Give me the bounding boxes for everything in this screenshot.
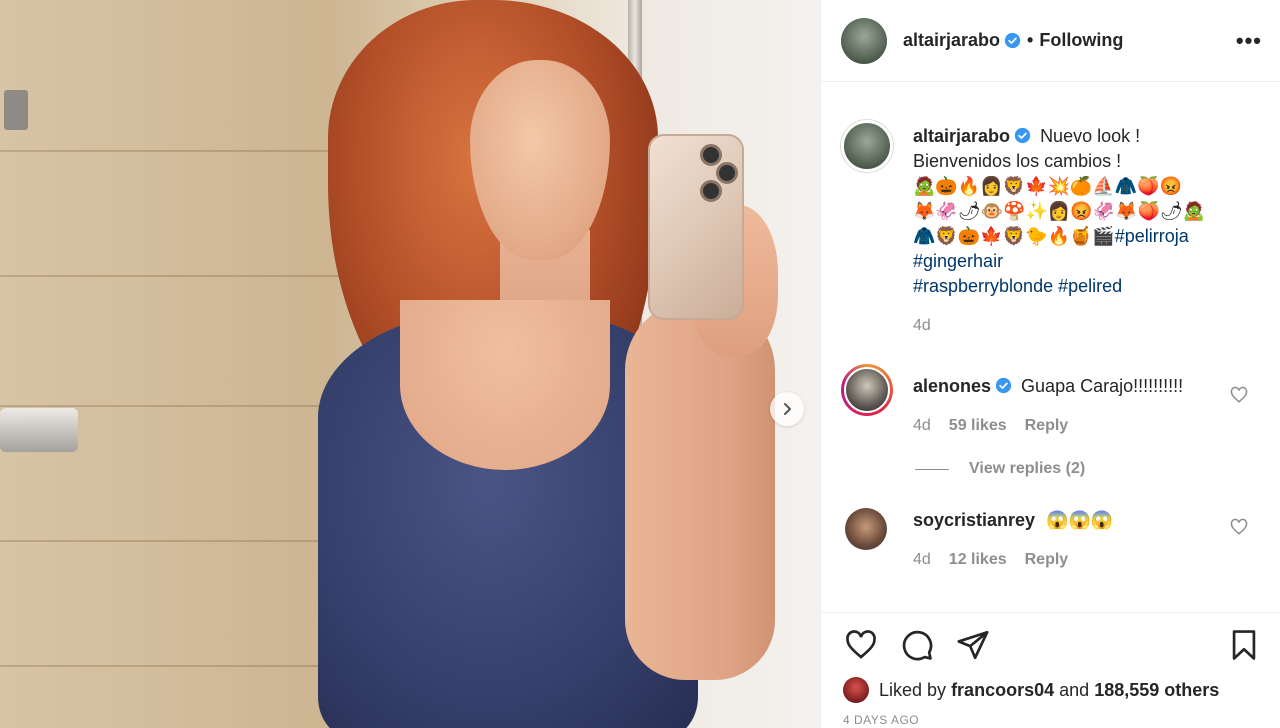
heart-icon[interactable]	[1230, 518, 1248, 536]
post-time[interactable]: 4 DAYS AGO	[843, 713, 1262, 727]
comment-meta: 4d 59 likes Reply	[913, 413, 1260, 438]
comment-avatar[interactable]	[841, 364, 893, 416]
like-button[interactable]	[843, 627, 879, 663]
caption-username[interactable]: altairjarabo	[913, 126, 1010, 146]
photo-neckline	[400, 300, 610, 470]
author-avatar[interactable]	[841, 17, 887, 64]
comment-body: soycristianrey 😱😱😱 4d 12 likes Reply	[913, 508, 1260, 572]
hashtag-link[interactable]: #gingerhair	[913, 251, 1003, 271]
post-header: altairjarabo • Following •••	[821, 0, 1280, 82]
post-sidebar: altairjarabo • Following ••• altairjarab…	[820, 0, 1280, 728]
hashtag-link[interactable]: #pelirroja	[1115, 226, 1189, 246]
comment-time[interactable]: 4d	[913, 547, 931, 572]
action-bar: Liked by francoors04 and 188,559 others …	[821, 612, 1280, 728]
comment-likes[interactable]: 59 likes	[949, 413, 1007, 438]
following-button[interactable]: Following	[1039, 30, 1123, 51]
hashtag-row: #raspberryblonde #pelired	[913, 274, 1260, 299]
next-photo-button[interactable]	[770, 392, 804, 426]
door-hinge	[4, 90, 28, 130]
comment: alenones Guapa Carajo!!!!!!!!!! 4d 59 li…	[841, 364, 1260, 438]
caption-emoji-line3-wrap: 🧥🦁🎃🍁🦁🐤🔥🍯🎬#pelirroja	[913, 224, 1260, 249]
verified-icon	[1004, 32, 1021, 49]
share-icon	[957, 630, 989, 660]
reply-button[interactable]: Reply	[1025, 413, 1069, 438]
caption: altairjarabo Nuevo look ! Bienvenidos lo…	[841, 120, 1260, 338]
caption-body: altairjarabo Nuevo look ! Bienvenidos lo…	[913, 124, 1260, 338]
caption-avatar[interactable]	[841, 120, 893, 172]
comments-list[interactable]: altairjarabo Nuevo look ! Bienvenidos lo…	[821, 82, 1280, 612]
liked-user[interactable]: francoors04	[951, 680, 1054, 701]
comment-text: Guapa Carajo!!!!!!!!!!	[1021, 376, 1184, 396]
caption-time[interactable]: 4d	[913, 313, 931, 338]
hashtag-row: #gingerhair	[913, 249, 1260, 274]
comment-line: alenones Guapa Carajo!!!!!!!!!!	[913, 374, 1260, 399]
caption-text-line2: Bienvenidos los cambios !	[913, 151, 1122, 171]
camera-lens	[700, 144, 722, 166]
verified-icon	[1014, 127, 1031, 144]
comment-icon	[902, 630, 933, 661]
likes-summary: Liked by francoors04 and 188,559 others	[843, 677, 1262, 703]
view-replies-label: View replies (2)	[969, 460, 1086, 477]
liker-avatar[interactable]	[843, 677, 869, 703]
chevron-right-icon	[784, 403, 791, 415]
caption-meta: 4d	[913, 313, 1260, 338]
post-photo[interactable]	[0, 0, 820, 728]
view-replies-button[interactable]: View replies (2)	[915, 460, 1260, 478]
hashtag-link[interactable]: #pelired	[1058, 276, 1122, 296]
author-info: altairjarabo • Following	[903, 30, 1123, 51]
comment: soycristianrey 😱😱😱 4d 12 likes Reply	[841, 508, 1260, 572]
action-icons	[843, 613, 1262, 677]
comment-body: alenones Guapa Carajo!!!!!!!!!! 4d 59 li…	[913, 374, 1260, 438]
verified-icon	[995, 377, 1012, 394]
separator-dot: •	[1027, 30, 1034, 50]
comment-line: soycristianrey 😱😱😱	[913, 508, 1260, 533]
more-icon[interactable]: •••	[1236, 28, 1262, 54]
comment-button[interactable]	[899, 627, 935, 663]
caption-emoji-line2: 🦊🦑🌶🐵🍄✨👩😡🦑🦊🍑🌶🧟	[913, 201, 1206, 221]
save-button[interactable]	[1226, 627, 1262, 663]
camera-lens	[700, 180, 722, 202]
hashtag-link[interactable]: #raspberryblonde	[913, 276, 1053, 296]
photo-arm	[625, 300, 775, 680]
bookmark-icon	[1232, 630, 1256, 660]
comment-username[interactable]: soycristianrey	[913, 510, 1035, 530]
liked-and: and	[1059, 679, 1090, 700]
caption-emoji-line1: 🧟🎃🔥👩🦁🍁💥🍊⛵🧥🍑😡	[913, 176, 1182, 196]
comment-meta: 4d 12 likes Reply	[913, 547, 1260, 572]
post-modal: altairjarabo • Following ••• altairjarab…	[0, 0, 1280, 728]
caption-line: altairjarabo Nuevo look !	[913, 124, 1260, 149]
comment-time[interactable]: 4d	[913, 413, 931, 438]
caption-text-line1: Nuevo look !	[1040, 126, 1141, 146]
divider	[915, 468, 949, 470]
reply-button[interactable]: Reply	[1025, 547, 1069, 572]
comment-text: 😱😱😱	[1046, 510, 1114, 530]
share-button[interactable]	[955, 627, 991, 663]
comment-likes[interactable]: 12 likes	[949, 547, 1007, 572]
comment-username[interactable]: alenones	[913, 376, 991, 396]
liked-prefix: Liked by	[879, 679, 947, 700]
door-handle	[0, 408, 78, 452]
author-username[interactable]: altairjarabo	[903, 30, 1000, 51]
heart-icon	[846, 630, 876, 659]
comment-avatar[interactable]	[845, 508, 887, 550]
caption-emoji-line3: 🧥🦁🎃🍁🦁🐤🔥🍯🎬	[913, 226, 1115, 246]
camera-lens	[716, 162, 738, 184]
liked-count[interactable]: 188,559 others	[1094, 680, 1219, 701]
photo-phone	[648, 134, 744, 320]
heart-icon[interactable]	[1230, 386, 1248, 404]
